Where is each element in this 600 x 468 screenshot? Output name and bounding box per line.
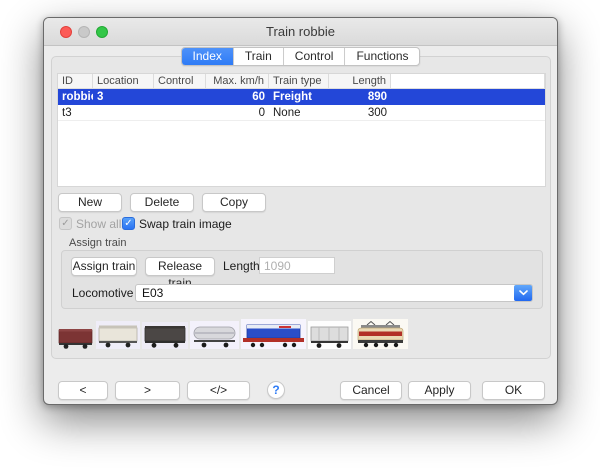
cell-length: 890 — [329, 89, 391, 105]
tab-bar: Index Train Control Functions — [181, 47, 421, 66]
copy-button[interactable]: Copy — [202, 193, 266, 212]
next-button[interactable]: > — [115, 381, 180, 400]
table-header-row: ID Location Control Max. km/h Train type… — [58, 74, 545, 89]
column-header-id[interactable]: ID — [58, 74, 93, 88]
ok-button[interactable]: OK — [482, 381, 545, 400]
release-train-button[interactable]: Release train — [145, 257, 215, 276]
column-header-length[interactable]: Length — [329, 74, 391, 88]
table-row[interactable]: t3 0 None 300 — [58, 105, 545, 121]
chevron-down-icon[interactable] — [514, 285, 532, 301]
train-image-gray-boxcar — [308, 321, 351, 349]
train-image-dark-boxcar — [142, 322, 188, 349]
table-row[interactable]: robbie 3 60 Freight 890 — [58, 89, 545, 105]
length-label: Length — [223, 259, 260, 273]
swap-train-image-checkbox[interactable] — [122, 217, 135, 230]
white-refrigerator-car-illustration — [96, 321, 140, 349]
train-list-table: ID Location Control Max. km/h Train type… — [57, 73, 546, 187]
zoom-window-icon[interactable] — [96, 26, 108, 38]
cell-filler — [391, 89, 545, 105]
title-bar[interactable]: Train robbie — [44, 18, 557, 46]
cell-control — [154, 89, 206, 105]
assign-train-group: Assign train Release train Length Locomo… — [61, 250, 543, 309]
show-all-label: Show all — [76, 217, 121, 231]
tab-control[interactable]: Control — [283, 48, 345, 65]
cell-train-type: Freight — [269, 89, 329, 105]
cell-location: 3 — [93, 89, 154, 105]
tab-train[interactable]: Train — [233, 48, 283, 65]
cell-length: 300 — [329, 105, 391, 120]
tab-functions[interactable]: Functions — [344, 48, 419, 65]
prev-button[interactable]: < — [58, 381, 108, 400]
assign-train-button[interactable]: Assign train — [71, 257, 137, 276]
help-button[interactable]: ? — [267, 381, 285, 399]
red-cream-locomotive-illustration — [353, 319, 408, 349]
train-image-blue-container-flatcar — [241, 319, 306, 349]
length-field — [259, 257, 335, 274]
column-header-control[interactable]: Control — [154, 74, 206, 88]
train-consist-strip — [57, 318, 408, 349]
code-button[interactable]: </> — [187, 381, 250, 400]
column-header-train-type[interactable]: Train type — [269, 74, 329, 88]
gray-boxcar-illustration — [308, 321, 351, 349]
cell-max-kmh: 0 — [206, 105, 269, 120]
train-image-red-boxcar — [57, 327, 94, 349]
apply-button[interactable]: Apply — [408, 381, 471, 400]
cancel-button[interactable]: Cancel — [340, 381, 402, 400]
assign-train-group-label: Assign train — [69, 237, 126, 249]
train-image-silver-tank-car — [190, 321, 239, 349]
silver-tank-car-illustration — [190, 321, 239, 349]
swap-train-image-label: Swap train image — [139, 217, 232, 231]
close-window-icon[interactable] — [60, 26, 72, 38]
column-header-max-kmh[interactable]: Max. km/h — [206, 74, 269, 88]
dark-boxcar-illustration — [142, 322, 188, 349]
locomotive-value: E03 — [136, 285, 514, 301]
window-title: Train robbie — [44, 18, 557, 46]
delete-button[interactable]: Delete — [130, 193, 194, 212]
blue-container-flatcar-illustration — [241, 319, 306, 349]
locomotive-combobox[interactable]: E03 — [135, 284, 533, 302]
minimize-window-icon — [78, 26, 90, 38]
column-header-filler — [391, 74, 545, 88]
locomotive-label: Locomotive — [72, 286, 133, 300]
column-header-location[interactable]: Location — [93, 74, 154, 88]
cell-location — [93, 105, 154, 120]
show-all-checkbox — [59, 217, 72, 230]
tab-index[interactable]: Index — [182, 48, 233, 65]
cell-control — [154, 105, 206, 120]
cell-id: robbie — [58, 89, 93, 105]
train-image-white-refrigerator-car — [96, 321, 140, 349]
new-button[interactable]: New — [58, 193, 122, 212]
red-boxcar-illustration — [57, 327, 94, 349]
train-dialog-window: Train robbie Index Train Control Functio… — [43, 17, 558, 405]
cell-max-kmh: 60 — [206, 89, 269, 105]
cell-train-type: None — [269, 105, 329, 120]
cell-id: t3 — [58, 105, 93, 120]
train-image-red-cream-locomotive — [353, 319, 408, 349]
cell-filler — [391, 105, 545, 120]
